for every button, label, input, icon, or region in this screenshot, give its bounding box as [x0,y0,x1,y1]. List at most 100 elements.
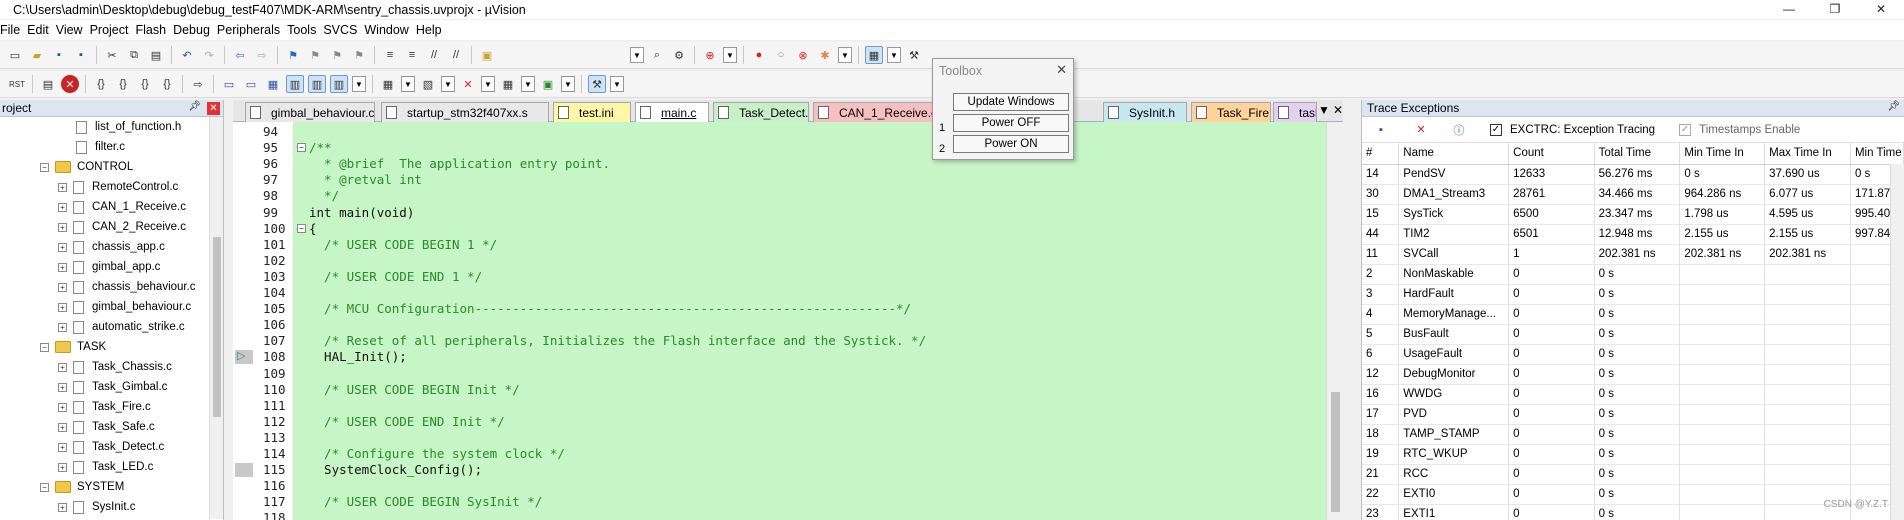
table-row[interactable]: 15 SysTick 6500 23.347 ms 1.798 us 4.595 us 99… [1362,204,1904,225]
step-out-icon[interactable]: {} [136,75,154,93]
update-windows-button[interactable]: Update Windows [953,93,1069,111]
editor-tab[interactable]: Task_Fire.c [1191,102,1271,122]
expander-icon[interactable]: + [58,222,67,232]
debug-settings-icon[interactable]: ✱ [816,46,834,64]
code-line[interactable]: * @retval int [309,172,422,187]
power-off-button[interactable]: Power OFF [953,114,1069,132]
undo-icon[interactable]: ↶ [178,46,196,64]
find-icon[interactable]: ⌕ [648,46,666,64]
save-all-icon[interactable]: ▪ [72,46,90,64]
tree-folder[interactable]: − TASK [40,337,106,357]
expander-icon[interactable]: + [58,402,67,412]
exctrc-checkbox[interactable]: ✓ [1490,123,1502,136]
menu-peripherals[interactable]: Peripherals [217,23,287,37]
help-icon[interactable]: ⓘ [1450,121,1468,139]
tree-file[interactable]: + CAN_2_Receive.c [58,217,186,237]
table-row[interactable]: 2 NonMaskable 0 0 s [1362,264,1904,285]
step-over-icon[interactable]: {} [114,75,132,93]
toolbox-close-button[interactable]: ✕ [1056,62,1067,78]
timestamps-checkbox[interactable]: ✓ [1679,123,1692,136]
expander-icon[interactable]: + [58,322,67,332]
uncomment-icon[interactable]: // [447,46,465,64]
table-row[interactable]: 11 SVCall 1 202.381 ns 202.381 ns 202.381 ns [1362,244,1904,265]
expander-icon[interactable]: + [58,362,67,372]
find-in-files-icon[interactable]: ▣ [478,46,496,64]
table-row[interactable]: 44 TIM2 6501 12.948 ms 2.155 us 2.155 us 997.8… [1362,224,1904,245]
settings-dropdown[interactable]: ▼ [838,47,852,63]
symbols-window-icon[interactable]: ▦ [264,75,282,93]
tree-file[interactable]: + gimbal_behaviour.c [58,297,191,317]
editor-tab[interactable]: gimbal_behaviour.c [245,102,375,122]
table-row[interactable]: 22 EXTI0 0 0 s [1362,484,1904,505]
close-icon[interactable]: ✕ [207,102,220,115]
watch-window-icon[interactable]: ▥ [330,75,348,93]
reset-icon[interactable]: RST [8,75,26,93]
clear-icon[interactable]: ✕ [1412,121,1430,139]
debug-dropdown[interactable]: ▼ [723,47,737,63]
find-combo-dropdown[interactable]: ▼ [630,47,644,63]
menu-file[interactable]: File [0,23,27,37]
paste-icon[interactable]: ▤ [147,46,165,64]
table-row[interactable]: 17 PVD 0 0 s [1362,404,1904,425]
code-line[interactable]: /* Configure the system clock */ [309,446,565,461]
menu-flash[interactable]: Flash [135,23,173,37]
code-line[interactable]: */ [309,188,339,203]
menu-debug[interactable]: Debug [173,23,217,37]
table-row[interactable]: 23 EXTI1 0 0 s [1362,504,1904,520]
close-window-button[interactable]: ✕ [1858,0,1904,18]
code-line[interactable]: int main(void) [309,205,414,220]
code-line[interactable]: /* USER CODE BEGIN 1 */ [309,237,497,252]
menu-edit[interactable]: Edit [27,23,56,37]
editor-tab[interactable]: startup_stm32f407xx.s [381,102,549,122]
expander-icon[interactable]: + [58,202,67,212]
editor-tab[interactable]: test.ini [553,102,631,122]
table-row[interactable]: 12 DebugMonitor 0 0 s [1362,364,1904,385]
registers-window-icon[interactable]: ▥ [286,75,304,93]
code-line[interactable]: /** [309,140,332,155]
serial-dropdown[interactable]: ▼ [441,76,455,92]
menu-tools[interactable]: Tools [287,23,323,37]
clear-bookmarks-icon[interactable]: ⚑ [350,46,368,64]
expander-icon[interactable]: − [40,342,49,352]
run-icon[interactable]: ▤ [39,75,57,93]
tree-file[interactable]: + Task_Chassis.c [58,357,172,377]
expander-icon[interactable]: + [58,182,67,192]
code-line[interactable]: /* USER CODE BEGIN SysInit */ [309,494,542,509]
table-row[interactable]: 18 TAMP_STAMP 0 0 s [1362,424,1904,445]
table-row[interactable]: 5 BusFault 0 0 s [1362,324,1904,345]
comment-icon[interactable]: // [425,46,443,64]
prev-bookmark-icon[interactable]: ⚑ [306,46,324,64]
column-header[interactable]: Max Time In [1764,143,1851,165]
cut-icon[interactable]: ✂ [103,46,121,64]
expander-icon[interactable]: + [58,302,67,312]
incremental-find-icon[interactable]: ⚙ [670,46,688,64]
bookmark-icon[interactable]: ⚑ [284,46,302,64]
tree-file[interactable]: list_of_function.h [76,117,181,137]
column-header[interactable]: Total Time [1594,143,1681,165]
breakpoint-icon[interactable]: ● [750,46,768,64]
code-line[interactable]: /* USER CODE END Init */ [309,414,505,429]
code-line[interactable]: /* USER CODE END 1 */ [309,269,482,284]
tree-file[interactable]: filter.c [76,137,125,157]
code-editor[interactable]: 94 95/** −96 * @brief The application entr… [233,122,1343,520]
window-layout-icon[interactable]: ▦ [865,46,883,64]
expander-icon[interactable]: − [40,162,49,172]
minimize-button[interactable]: — [1766,0,1812,18]
layout-dropdown[interactable]: ▼ [887,47,901,63]
tree-file[interactable]: + Task_Gimbal.c [58,377,167,397]
code-line[interactable]: /* USER CODE BEGIN Init */ [309,382,520,397]
trace-scrollbar[interactable] [1890,164,1904,520]
indent-icon[interactable]: ≡ [381,46,399,64]
column-header[interactable]: Min Time [1850,143,1904,165]
configure-icon[interactable]: ⚒ [905,46,923,64]
expander-icon[interactable]: + [58,502,67,512]
table-row[interactable]: 16 WWDG 0 0 s [1362,384,1904,405]
expander-icon[interactable]: + [58,282,67,292]
copy-icon[interactable]: ⧉ [125,46,143,64]
code-line[interactable]: SystemClock_Config(); [309,462,482,477]
run-to-cursor-icon[interactable]: {} [158,75,176,93]
tree-file[interactable]: + chassis_app.c [58,237,165,257]
restore-button[interactable]: ❐ [1812,0,1858,18]
code-line[interactable]: { [309,221,317,236]
expander-icon[interactable]: + [58,442,67,452]
